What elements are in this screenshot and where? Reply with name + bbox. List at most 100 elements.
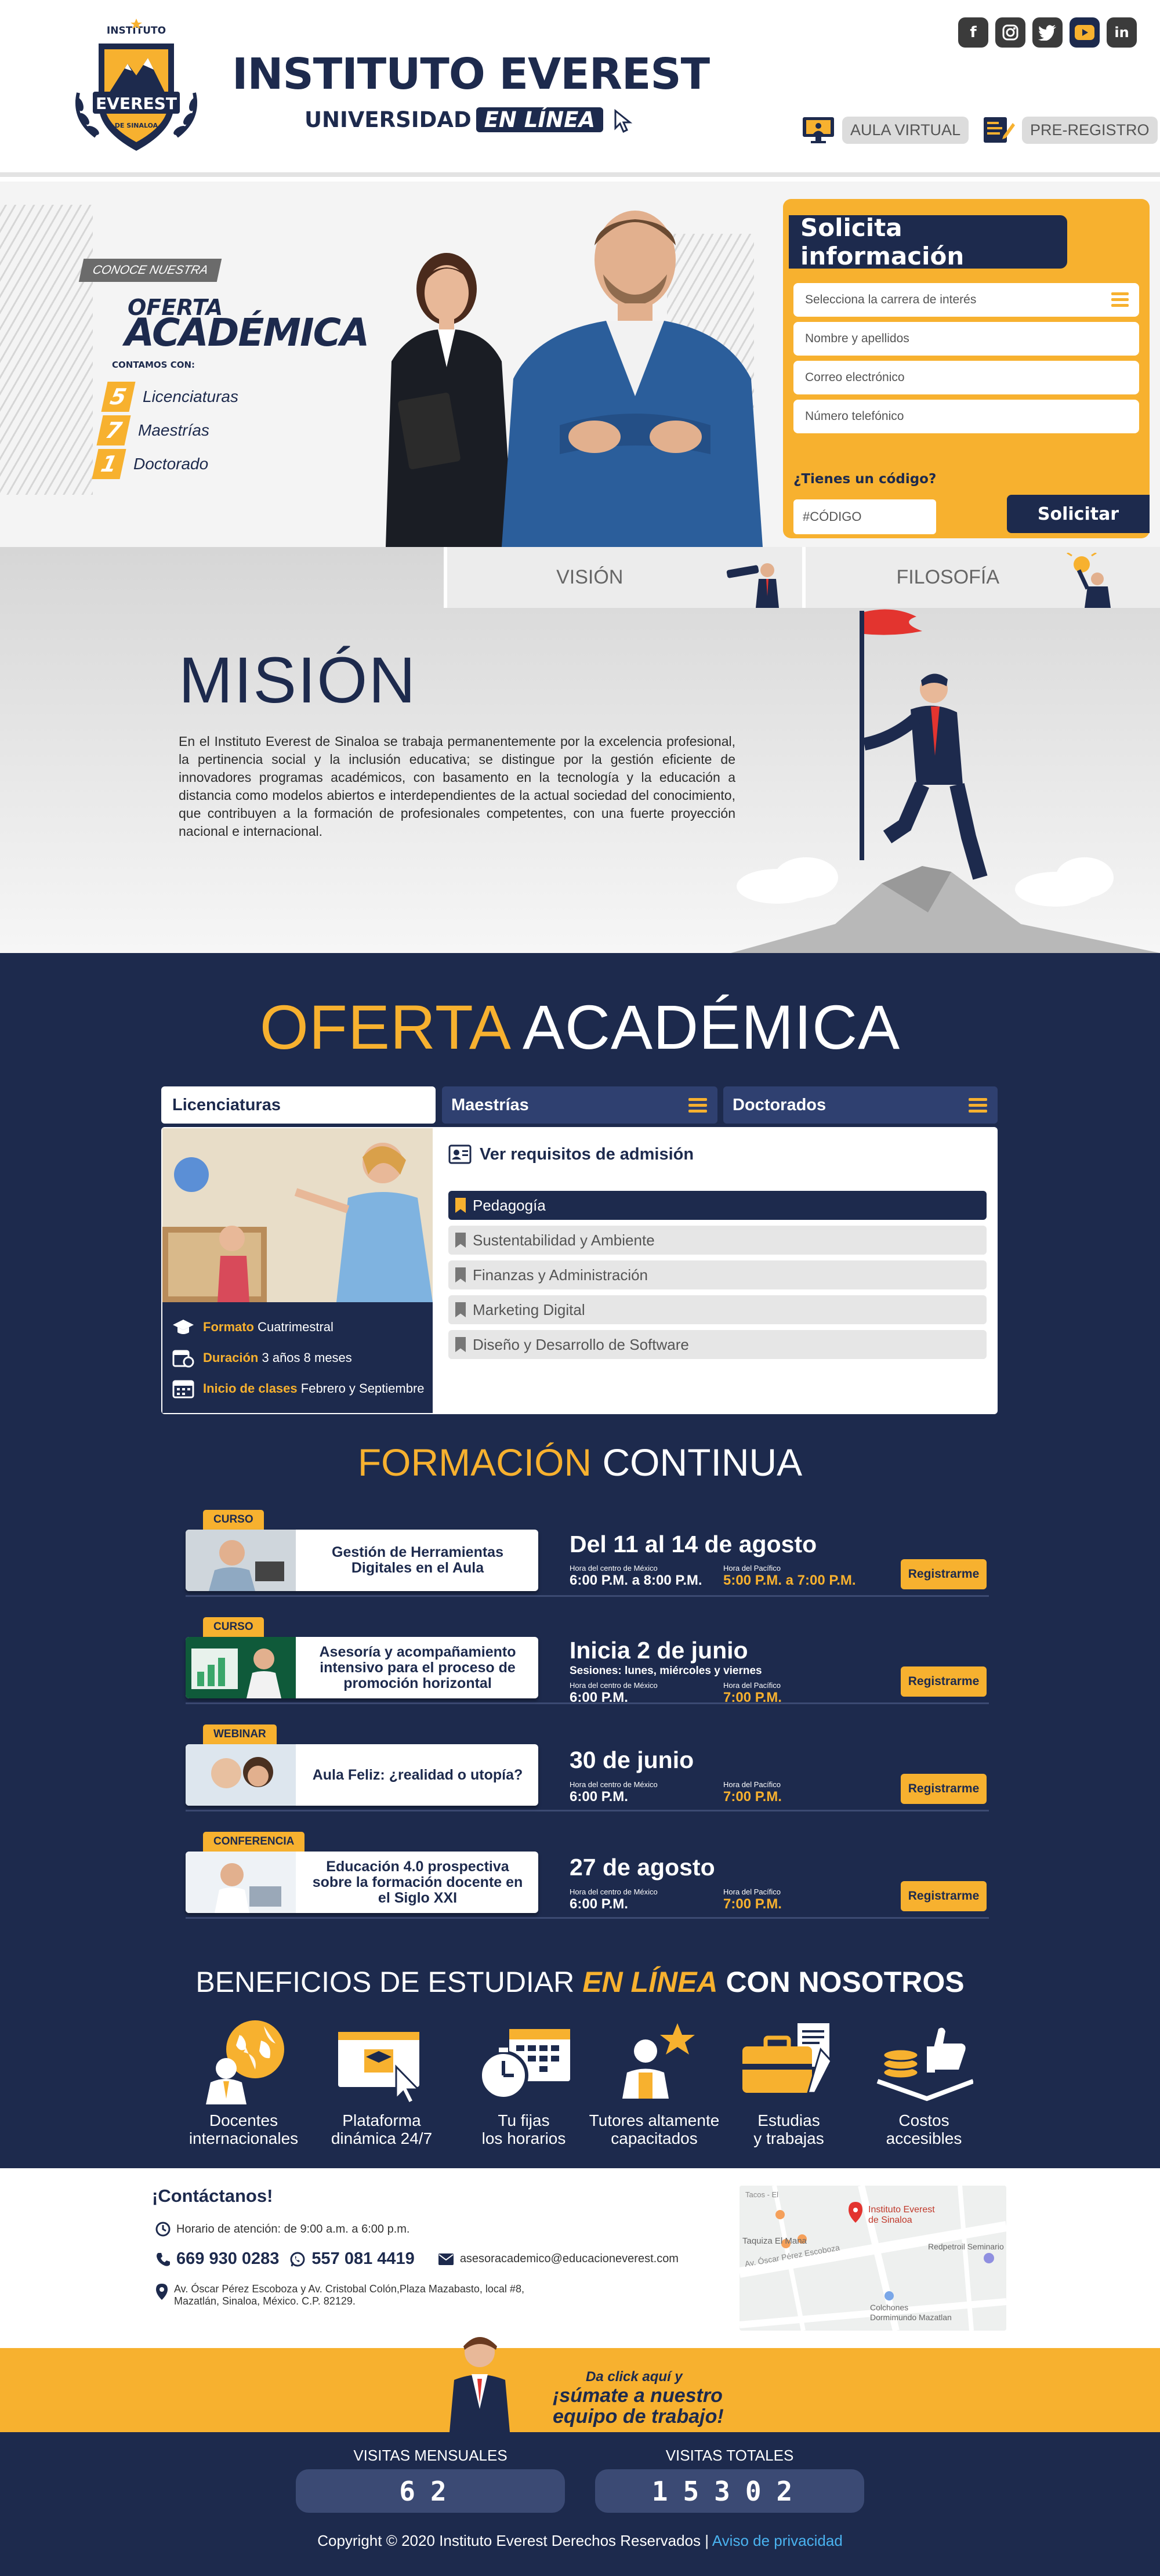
course-badge: CURSO bbox=[203, 1510, 264, 1530]
everest-logo[interactable]: EVEREST DE SINALOA INSTITUTO bbox=[67, 17, 206, 157]
phone-icon bbox=[157, 2252, 170, 2266]
contact-title: ¡Contáctanos! bbox=[152, 2186, 273, 2206]
calendar-icon bbox=[172, 1380, 194, 1398]
site-header: EVEREST DE SINALOA INSTITUTO INSTITUTO E… bbox=[0, 0, 1160, 177]
duracion-row: Duración 3 años 8 meses bbox=[172, 1348, 352, 1368]
svg-text:de Sinaloa: de Sinaloa bbox=[868, 2215, 912, 2225]
email-icon bbox=[438, 2253, 454, 2265]
twitter-icon[interactable] bbox=[1032, 17, 1063, 48]
instagram-icon[interactable] bbox=[995, 17, 1025, 48]
site-subtitle: UNIVERSIDAD EN LÍNEA bbox=[304, 107, 636, 134]
en-linea-pill: EN LÍNEA bbox=[476, 107, 603, 132]
svg-text:Redpetroil Seminario: Redpetroil Seminario bbox=[928, 2242, 1004, 2251]
program-sustentabilidad[interactable]: Sustentabilidad y Ambiente bbox=[448, 1226, 987, 1255]
social-links: f in bbox=[958, 17, 1137, 48]
info-request-form: Solicita información Selecciona la carre… bbox=[783, 199, 1150, 538]
course-date: 27 de agosto bbox=[570, 1854, 715, 1881]
cursor-icon bbox=[614, 108, 633, 133]
globe-teacher-icon bbox=[206, 2020, 284, 2104]
pre-registro-button[interactable]: PRE-REGISTRO bbox=[980, 115, 1158, 145]
privacy-link[interactable]: Aviso de privacidad bbox=[712, 2532, 843, 2549]
program-finanzas[interactable]: Finanzas y Administración bbox=[448, 1260, 987, 1289]
bookmark-icon bbox=[455, 1233, 466, 1248]
tab-maestrias[interactable]: Maestrías bbox=[442, 1086, 717, 1124]
site-title: INSTITUTO EVEREST bbox=[232, 49, 710, 99]
linkedin-icon[interactable]: in bbox=[1107, 17, 1137, 48]
requisitos-link[interactable]: Ver requisitos de admisión bbox=[448, 1144, 694, 1164]
course-item: CONFERENCIA Educación 4.0 prospectiva so… bbox=[186, 1832, 989, 1919]
phone-field[interactable]: Número telefónico bbox=[793, 400, 1139, 433]
course-thumbnail bbox=[186, 1637, 296, 1698]
course-card[interactable]: Gestión de Herramientas Digitales en el … bbox=[186, 1530, 538, 1591]
time-mexico: 6:00 P.M. bbox=[570, 1896, 628, 1912]
career-select[interactable]: Selecciona la carrera de interés bbox=[793, 283, 1139, 317]
telescope-man-icon bbox=[726, 563, 779, 608]
course-thumbnail bbox=[186, 1530, 296, 1591]
inicio-row: Inicio de clases Febrero y Septiembre bbox=[172, 1379, 425, 1398]
course-sessions: Sesiones: lunes, miércoles y viernes bbox=[570, 1665, 762, 1677]
mountain-illustration bbox=[731, 857, 1160, 953]
email-field[interactable]: Correo electrónico bbox=[793, 361, 1139, 394]
form-title: Solicita información bbox=[789, 213, 1067, 270]
course-card[interactable]: Aula Feliz: ¿realidad o utopía? bbox=[186, 1744, 538, 1806]
whatsapp-link[interactable]: 557 081 4419 bbox=[311, 2249, 414, 2269]
menu-icon bbox=[969, 1098, 987, 1115]
program-software[interactable]: Diseño y Desarrollo de Software bbox=[448, 1330, 987, 1359]
mision-text: En el Instituto Everest de Sinaloa se tr… bbox=[179, 734, 735, 839]
tab-doctorados[interactable]: Doctorados bbox=[723, 1086, 998, 1124]
phone-link[interactable]: 669 930 0283 bbox=[176, 2249, 279, 2269]
join-team-banner[interactable]: Da click aquí y ¡súmate a nuestro equipo… bbox=[0, 2337, 1160, 2432]
time-pacifico: 7:00 P.M. bbox=[723, 1896, 782, 1912]
svg-text:Taquiza El Mana: Taquiza El Mana bbox=[742, 2236, 807, 2246]
benefit-estudias-trabajas: Estudias y trabajas bbox=[722, 2017, 855, 2147]
course-card[interactable]: Educación 4.0 prospectiva sobre la forma… bbox=[186, 1852, 538, 1913]
course-item: WEBINAR Aula Feliz: ¿realidad o utopía? … bbox=[186, 1724, 989, 1811]
whatsapp-icon bbox=[290, 2252, 305, 2266]
tutor-star-icon bbox=[622, 2023, 695, 2099]
mision-title: MISIÓN bbox=[179, 644, 417, 716]
program-card: Formato Cuatrimestral Duración 3 años 8 … bbox=[161, 1127, 998, 1414]
svg-text:Colchones: Colchones bbox=[870, 2303, 908, 2312]
address-row: Av. Óscar Pérez Escoboza y Av. Cristobal… bbox=[155, 2283, 524, 2307]
course-card[interactable]: Asesoría y acompañamiento intensivo para… bbox=[186, 1637, 538, 1698]
monitor-icon bbox=[800, 115, 836, 145]
name-field[interactable]: Nombre y apellidos bbox=[793, 322, 1139, 356]
code-field[interactable]: #CÓDIGO bbox=[793, 499, 936, 534]
aula-virtual-button[interactable]: AULA VIRTUAL bbox=[800, 115, 969, 145]
program-marketing[interactable]: Marketing Digital bbox=[448, 1295, 987, 1324]
coins-thumbs-up-icon bbox=[876, 2027, 974, 2102]
bookmark-icon bbox=[455, 1302, 466, 1317]
register-button[interactable]: Registrarme bbox=[901, 1666, 987, 1697]
youtube-icon[interactable] bbox=[1070, 17, 1100, 48]
oferta-academica-section: OFERTA ACADÉMICA Licenciaturas Maestrías… bbox=[0, 953, 1160, 2168]
platform-icon bbox=[338, 2032, 420, 2105]
dropdown-menu-icon bbox=[1111, 292, 1129, 310]
bookmark-icon bbox=[455, 1337, 466, 1352]
course-badge: WEBINAR bbox=[203, 1724, 277, 1744]
clock-calendar-icon bbox=[478, 2029, 570, 2100]
total-visits-label: VISITAS TOTALES bbox=[665, 2447, 794, 2464]
man-photo bbox=[502, 211, 763, 547]
mision-section: VISIÓN FILOSOFÍA MISIÓN En el Instituto … bbox=[0, 547, 1160, 953]
tab-licenciaturas[interactable]: Licenciaturas bbox=[161, 1086, 436, 1124]
course-name: Educación 4.0 prospectiva sobre la forma… bbox=[312, 1858, 523, 1906]
code-question: ¿Tienes un código? bbox=[793, 472, 937, 487]
count-doctorado: 1 Doctorado bbox=[92, 449, 208, 479]
tab-vision[interactable]: VISIÓN bbox=[444, 547, 802, 608]
register-button[interactable]: Registrarme bbox=[901, 1881, 987, 1911]
join-line1: Da click aquí y bbox=[586, 2369, 683, 2385]
logo-main-text: EVEREST bbox=[96, 94, 177, 113]
bookmark-icon bbox=[455, 1267, 466, 1282]
register-button[interactable]: Registrarme bbox=[901, 1774, 987, 1804]
program-pedagogia[interactable]: Pedagogía bbox=[448, 1191, 987, 1220]
location-map[interactable]: Instituto Everest de Sinaloa Redpetroil … bbox=[740, 2186, 1006, 2331]
id-card-icon bbox=[448, 1144, 472, 1164]
calendar-clock-icon bbox=[172, 1350, 194, 1368]
bookmark-icon bbox=[455, 1198, 466, 1213]
register-button[interactable]: Registrarme bbox=[901, 1559, 987, 1589]
solicitar-button[interactable]: Solicitar bbox=[1007, 495, 1150, 533]
email-link[interactable]: asesoracademico@educacioneverest.com bbox=[460, 2252, 679, 2266]
facebook-icon[interactable]: f bbox=[958, 17, 988, 48]
formacion-title: FORMACIÓN CONTINUA bbox=[357, 1441, 803, 1484]
mision-tabs: VISIÓN FILOSOFÍA bbox=[444, 547, 1160, 608]
